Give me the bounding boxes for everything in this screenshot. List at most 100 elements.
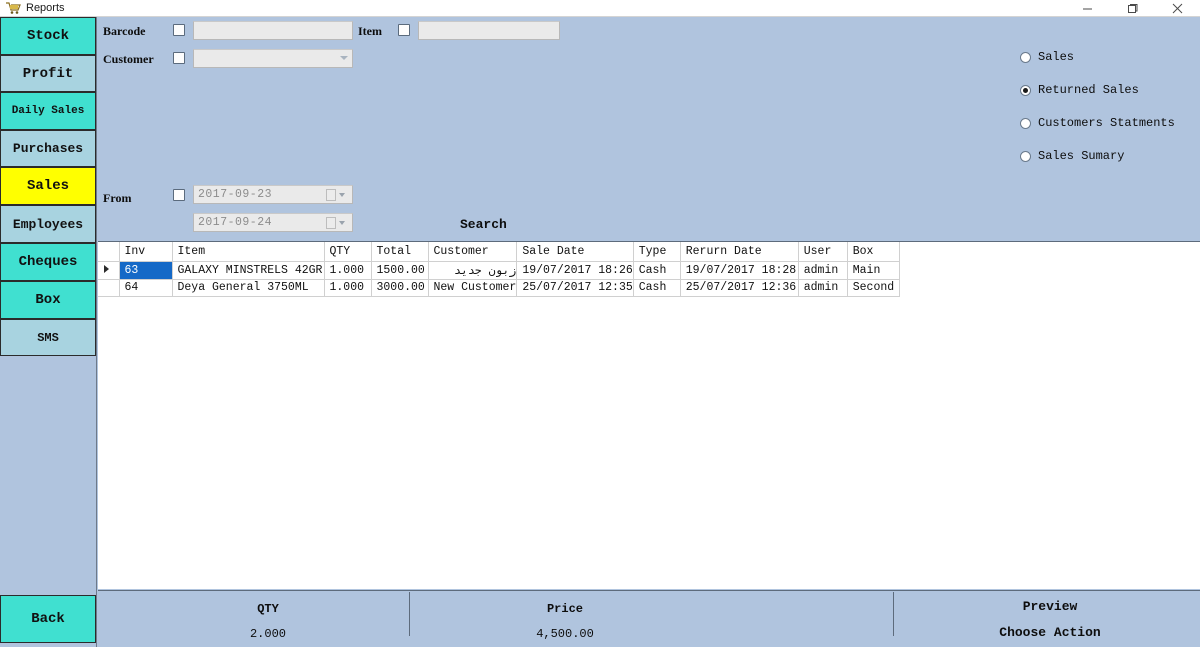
barcode-checkbox[interactable] [173, 24, 185, 36]
column-header-sale-date[interactable]: Sale Date [516, 242, 634, 262]
current-row-arrow-icon [104, 264, 109, 273]
radio-label: Returned Sales [1038, 83, 1139, 97]
footer-summary: QTY 2.000 Price 4,500.00 Preview Choose … [98, 590, 1200, 647]
maximize-icon[interactable] [1110, 0, 1155, 17]
cell-user[interactable]: admin [798, 279, 848, 297]
preview-button[interactable]: Preview [910, 599, 1190, 614]
sidebar-item-daily-sales[interactable]: Daily Sales [0, 92, 96, 130]
column-header-user[interactable]: User [798, 242, 848, 262]
barcode-label: Barcode [103, 24, 146, 38]
cell-rerurn-date[interactable]: 25/07/2017 12:36 [680, 279, 799, 297]
table-row[interactable]: 64 Deya General 3750ML 1.000 3000.00 New… [98, 279, 900, 297]
results-grid[interactable]: Inv Item QTY Total Customer Sale Date Ty… [98, 241, 1200, 589]
date-from-picker[interactable]: 2017-09-23 [193, 185, 353, 204]
table-header-row: Inv Item QTY Total Customer Sale Date Ty… [98, 242, 900, 262]
radio-sales[interactable]: Sales [1020, 50, 1074, 64]
cell-customer[interactable]: New Customer [428, 279, 518, 297]
from-label: From [103, 191, 132, 205]
calendar-dropdown-icon[interactable] [325, 216, 350, 230]
cell-total[interactable]: 3000.00 [371, 279, 429, 297]
radio-returned-sales[interactable]: Returned Sales [1020, 83, 1139, 97]
cell-customer[interactable]: زبون جديد [428, 261, 518, 280]
cell-inv[interactable]: 64 [119, 279, 173, 297]
cart-icon [5, 1, 21, 15]
sidebar-item-box[interactable]: Box [0, 281, 96, 319]
column-header-rerurn-date[interactable]: Rerurn Date [680, 242, 799, 262]
footer-price-label: Price [546, 602, 583, 616]
back-button-label: Back [31, 611, 65, 627]
sidebar-item-purchases[interactable]: Purchases [0, 130, 96, 167]
cell-qty[interactable]: 1.000 [324, 279, 372, 297]
choose-action-button[interactable]: Choose Action [910, 625, 1190, 640]
back-button[interactable]: Back [0, 595, 96, 643]
cell-rerurn-date[interactable]: 19/07/2017 18:28 [680, 261, 799, 280]
sidebar-item-sales[interactable]: Sales [0, 167, 96, 205]
footer-divider [893, 592, 894, 636]
search-button[interactable]: Search [460, 217, 507, 232]
cell-user[interactable]: admin [798, 261, 848, 280]
column-header-box[interactable]: Box [847, 242, 900, 262]
sidebar: Stock Profit Daily Sales Purchases Sales… [0, 17, 97, 647]
sidebar-item-label: Box [35, 292, 61, 308]
footer-divider [409, 592, 410, 636]
results-table: Inv Item QTY Total Customer Sale Date Ty… [98, 242, 900, 297]
minimize-icon[interactable] [1065, 0, 1110, 17]
radio-label: Sales Sumary [1038, 149, 1125, 163]
customer-combobox[interactable] [193, 49, 353, 68]
cell-sale-date[interactable]: 19/07/2017 18:26 [516, 261, 634, 280]
sidebar-item-label: Daily Sales [11, 105, 85, 117]
cell-item[interactable]: GALAXY MINSTRELS 42GR [172, 261, 325, 280]
close-icon[interactable] [1155, 0, 1200, 17]
row-selector[interactable] [98, 279, 120, 297]
customer-label: Customer [103, 52, 154, 66]
cell-inv[interactable]: 63 [119, 261, 173, 280]
sidebar-item-profit[interactable]: Profit [0, 55, 96, 92]
footer-price-value: 4,500.00 [536, 627, 594, 641]
cell-type[interactable]: Cash [633, 261, 681, 280]
date-to-picker[interactable]: 2017-09-24 [193, 213, 353, 232]
cell-total[interactable]: 1500.00 [371, 261, 429, 280]
date-to-value: 2017-09-24 [198, 216, 273, 229]
sidebar-item-employees[interactable]: Employees [0, 205, 96, 243]
window-title: Reports [26, 1, 65, 14]
sidebar-item-label: Stock [26, 28, 69, 44]
barcode-input[interactable] [193, 21, 353, 40]
radio-customers-statments[interactable]: Customers Statments [1020, 116, 1175, 130]
item-input[interactable] [418, 21, 560, 40]
column-header-item[interactable]: Item [172, 242, 325, 262]
column-header-total[interactable]: Total [371, 242, 429, 262]
sidebar-item-label: Sales [26, 178, 69, 194]
radio-sales-sumary[interactable]: Sales Sumary [1020, 149, 1124, 163]
footer-qty-label: QTY [257, 602, 279, 616]
sidebar-item-label: Profit [22, 65, 74, 82]
radio-label: Sales [1038, 50, 1075, 64]
cell-type[interactable]: Cash [633, 279, 681, 297]
sidebar-item-label: Purchases [12, 141, 84, 156]
sidebar-item-sms[interactable]: SMS [0, 319, 96, 356]
from-checkbox[interactable] [173, 189, 185, 201]
reports-window: Reports Stock Profit Daily Sales Purchas… [0, 0, 1200, 647]
radio-indicator [1020, 150, 1031, 162]
column-header-customer[interactable]: Customer [428, 242, 518, 262]
customer-checkbox[interactable] [173, 52, 185, 64]
sidebar-item-label: Employees [12, 216, 84, 232]
cell-item[interactable]: Deya General 3750ML [172, 279, 325, 297]
footer-qty-value: 2.000 [249, 627, 286, 641]
radio-indicator [1020, 117, 1031, 129]
column-header-qty[interactable]: QTY [324, 242, 372, 262]
table-row[interactable]: 63 GALAXY MINSTRELS 42GR 1.000 1500.00 ز… [98, 261, 900, 280]
cell-box[interactable]: Second [847, 279, 900, 297]
cell-box[interactable]: Main [847, 261, 900, 280]
cell-qty[interactable]: 1.000 [324, 261, 372, 280]
cell-sale-date[interactable]: 25/07/2017 12:35 [516, 279, 634, 297]
row-selector-current[interactable] [98, 261, 120, 280]
sidebar-item-cheques[interactable]: Cheques [0, 243, 96, 281]
item-checkbox[interactable] [398, 24, 410, 36]
chevron-down-icon [340, 54, 349, 63]
sidebar-item-stock[interactable]: Stock [0, 17, 96, 55]
filter-panel: Barcode Item Customer From 2017-09-23 20… [98, 17, 1200, 241]
column-header-inv[interactable]: Inv [119, 242, 173, 262]
sidebar-item-label: Cheques [18, 254, 78, 270]
column-header-type[interactable]: Type [633, 242, 681, 262]
calendar-dropdown-icon[interactable] [325, 188, 350, 202]
